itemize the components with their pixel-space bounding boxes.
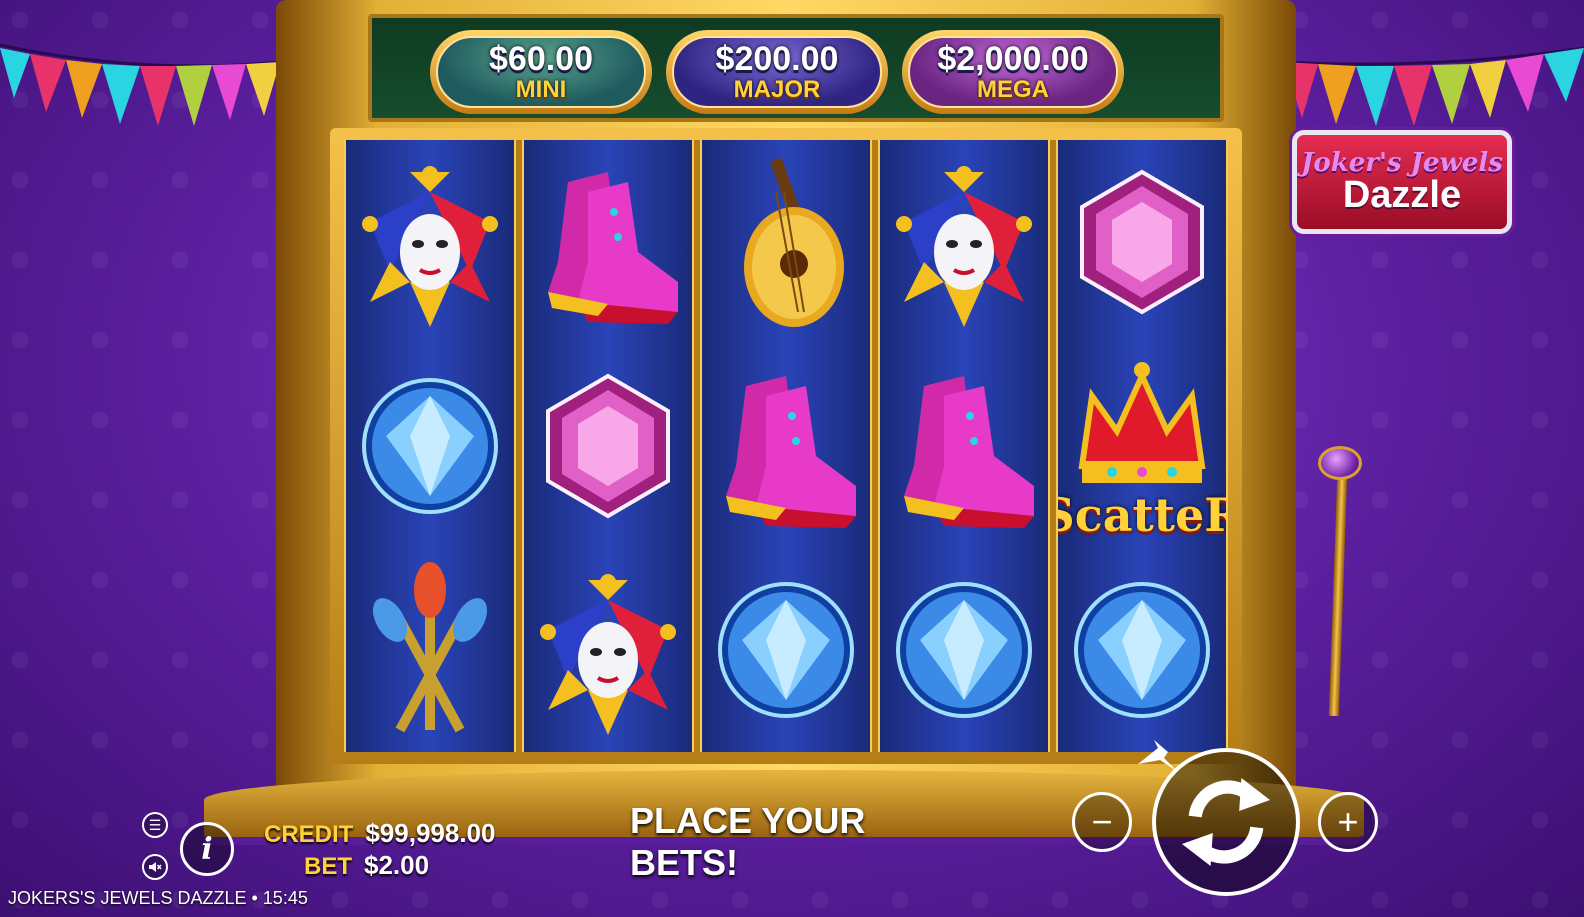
scepters-icon (372, 562, 488, 733)
info-button[interactable]: i (180, 822, 234, 876)
reel-symbol-blue-diamond (702, 550, 870, 750)
reel-symbol-jester-mask (880, 142, 1048, 342)
jester-boots-icon (904, 376, 1034, 528)
status-message: PLACE YOUR BETS! (630, 800, 866, 883)
increase-bet-button[interactable]: + (1318, 792, 1378, 852)
reel-symbol-pink-gem (524, 346, 692, 546)
jackpot-mega-inner: $2,000.00 MEGA (908, 36, 1118, 108)
jackpot-mini-amount: $60.00 (489, 40, 593, 78)
reel-symbol-jester-boots (702, 346, 870, 546)
jester-mask-icon (540, 574, 676, 735)
reel-symbol-blue-diamond (1058, 550, 1226, 750)
jackpot-mega-amount: $2,000.00 (937, 40, 1089, 78)
blue-diamond-icon (718, 582, 854, 718)
decrease-bet-button[interactable]: − (1072, 792, 1132, 852)
spin-arrows-icon (1182, 778, 1270, 866)
jester-mask-icon (896, 166, 1032, 327)
lever-knob[interactable] (1318, 446, 1362, 480)
blue-diamond-icon (362, 378, 498, 514)
jackpot-mega: $2,000.00 MEGA (902, 30, 1124, 114)
blue-diamond-icon (1074, 582, 1210, 718)
sound-mute-icon[interactable] (142, 854, 168, 880)
jackpot-major: $200.00 MAJOR (666, 30, 888, 114)
jester-mask-icon (362, 166, 498, 327)
jester-boots-icon (726, 376, 856, 528)
reel-symbol-lute (702, 142, 870, 342)
reel-symbol-blue-diamond (346, 346, 514, 546)
logo-bottom-text: Dazzle (1342, 174, 1462, 216)
reel-2 (522, 140, 694, 752)
jackpot-mini-label: MINI (515, 76, 567, 103)
jackpot-panel: $60.00 MINI $200.00 MAJOR $2,000.00 MEGA (368, 14, 1224, 122)
bet-value: $2.00 (364, 850, 430, 880)
reel-symbol-crown-scatter: ScatteR (1058, 346, 1226, 546)
reels-container: ScatteR (344, 140, 1228, 752)
credit-label: CREDIT (264, 821, 354, 848)
pink-gem-icon (1080, 169, 1204, 315)
game-logo: Joker's Jewels Dazzle (1292, 130, 1512, 234)
logo-top-text: Joker's Jewels (1301, 148, 1503, 178)
reel-symbol-jester-boots (524, 142, 692, 342)
bet-display: BET $2.00 (304, 850, 429, 881)
reel-4 (878, 140, 1050, 752)
credit-value: $99,998.00 (365, 818, 496, 848)
reel-3 (700, 140, 872, 752)
reel-symbol-pink-gem (1058, 142, 1226, 342)
credit-display: CREDIT $99,998.00 (264, 818, 495, 849)
pink-gem-icon (546, 373, 670, 519)
pointer-sparkle-icon (1138, 740, 1178, 772)
bunting-right-flags (1283, 46, 1584, 126)
reel-5: ScatteR (1056, 140, 1228, 752)
reel-1 (344, 140, 516, 752)
reel-symbol-jester-mask (524, 550, 692, 750)
reel-symbol-blue-diamond (880, 550, 1048, 750)
jackpot-major-inner: $200.00 MAJOR (672, 36, 882, 108)
jackpot-mega-label: MEGA (977, 76, 1049, 103)
lute-icon (744, 157, 844, 327)
jackpot-mini-inner: $60.00 MINI (436, 36, 646, 108)
bunting-left-flags (0, 43, 281, 126)
bet-label: BET (304, 853, 352, 880)
reel-symbol-jester-boots (880, 346, 1048, 546)
reel-symbol-scepters (346, 550, 514, 750)
blue-diamond-icon (896, 582, 1032, 718)
jackpot-major-amount: $200.00 (715, 40, 839, 78)
reel-frame: ScatteR (330, 128, 1242, 764)
sound-mute-glyph (149, 862, 162, 872)
menu-icon[interactable]: ☰ (142, 812, 168, 838)
reel-symbol-jester-mask (346, 142, 514, 342)
bunting-right (1283, 40, 1584, 140)
bunting-left (0, 40, 281, 140)
footer-game-title: JOKERS'S JEWELS DAZZLE • 15:45 (8, 888, 308, 908)
jackpot-mini: $60.00 MINI (430, 30, 652, 114)
jester-boots-icon (548, 172, 678, 324)
jackpot-major-label: MAJOR (733, 76, 821, 103)
scatter-label: ScatteR (1058, 488, 1226, 542)
